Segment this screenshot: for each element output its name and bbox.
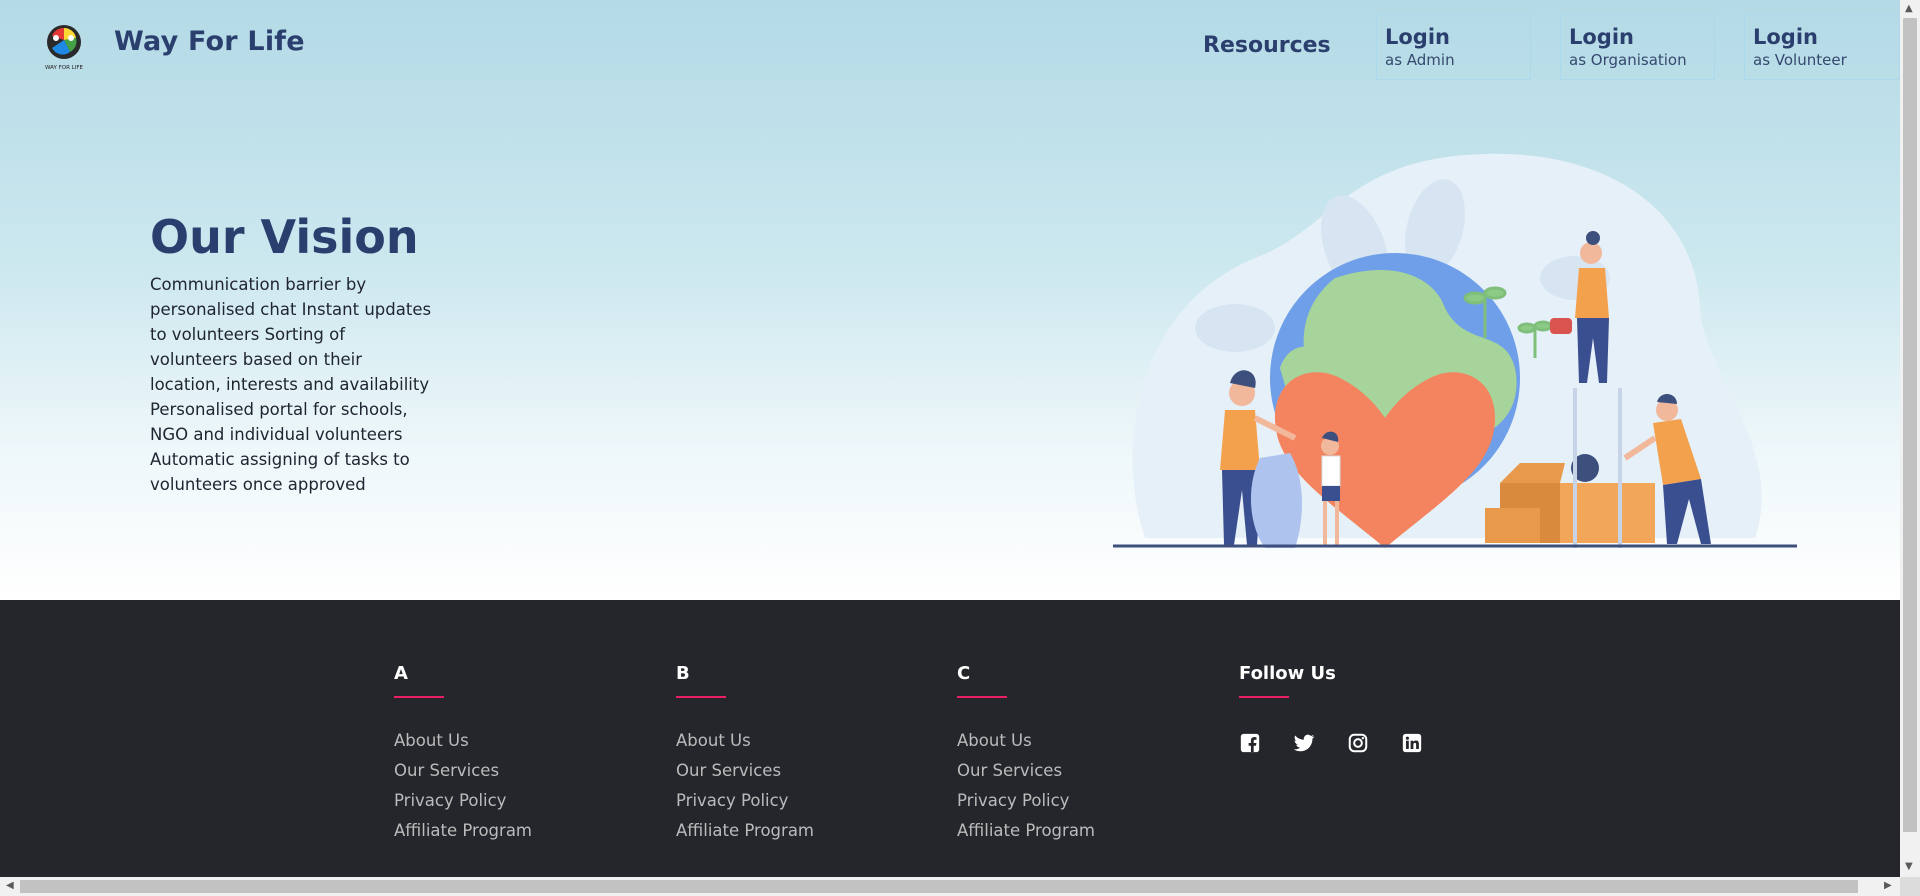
instagram-icon[interactable] [1347,728,1401,758]
navbar: WAY FOR LIFE Way For Life Resources Logi… [0,0,1900,92]
footer-link-about-us[interactable]: About Us [394,726,532,756]
login-volunteer-subtitle: as Volunteer [1753,51,1847,69]
footer-link-privacy-policy[interactable]: Privacy Policy [676,786,814,816]
scroll-down-arrow-icon[interactable]: ▼ [1905,862,1913,872]
scroll-left-arrow-icon[interactable]: ◀ [6,881,14,891]
hero-section: WAY FOR LIFE Way For Life Resources Logi… [0,0,1900,600]
footer-column-a: A About Us Our Services Privacy Policy A… [394,662,532,846]
vision-title: Our Vision [150,210,419,264]
page: WAY FOR LIFE Way For Life Resources Logi… [0,0,1900,877]
footer-heading: B [676,663,690,684]
heading-underline [1239,696,1289,698]
footer-link-our-services[interactable]: Our Services [676,756,814,786]
linkedin-icon[interactable] [1401,728,1455,758]
footer-heading: A [394,663,408,684]
login-organisation-title: Login [1569,25,1634,49]
scroll-right-arrow-icon[interactable]: ▶ [1884,881,1892,891]
scrollbar-corner [1900,877,1920,896]
login-organisation-subtitle: as Organisation [1569,51,1687,69]
login-volunteer-button[interactable]: Login as Volunteer [1744,14,1900,80]
heading-underline [957,696,1007,698]
footer-link-privacy-policy[interactable]: Privacy Policy [394,786,532,816]
login-organisation-button[interactable]: Login as Organisation [1560,14,1715,80]
footer-column-b: B About Us Our Services Privacy Policy A… [676,662,814,846]
login-admin-title: Login [1385,25,1450,49]
footer-column-c: C About Us Our Services Privacy Policy A… [957,662,1095,846]
vertical-scrollbar[interactable]: ▲ ▼ [1900,0,1920,877]
footer-link-privacy-policy[interactable]: Privacy Policy [957,786,1095,816]
footer-link-about-us[interactable]: About Us [676,726,814,756]
horizontal-scrollbar[interactable]: ◀ ▶ [0,877,1900,896]
vertical-scroll-thumb[interactable] [1903,18,1917,832]
footer-link-our-services[interactable]: Our Services [957,756,1095,786]
logo-text: WAY FOR LIFE [45,65,83,71]
footer-link-affiliate-program[interactable]: Affiliate Program [394,816,532,846]
volunteers-earth-illustration [1113,153,1797,548]
nav-resources-link[interactable]: Resources [1203,33,1331,58]
scroll-up-arrow-icon[interactable]: ▲ [1905,4,1913,14]
login-admin-subtitle: as Admin [1385,51,1455,69]
vision-text: Communication barrier by personalised ch… [150,275,432,494]
footer-link-about-us[interactable]: About Us [957,726,1095,756]
footer-column-follow-us: Follow Us [1239,662,1455,758]
login-admin-button[interactable]: Login as Admin [1376,14,1531,80]
login-volunteer-title: Login [1753,25,1818,49]
logo-icon[interactable]: WAY FOR LIFE [38,22,90,72]
footer-link-affiliate-program[interactable]: Affiliate Program [957,816,1095,846]
brand-name[interactable]: Way For Life [114,26,305,57]
heading-underline [676,696,726,698]
footer: A About Us Our Services Privacy Policy A… [0,600,1900,877]
footer-link-our-services[interactable]: Our Services [394,756,532,786]
follow-us-heading: Follow Us [1239,663,1336,684]
horizontal-scroll-thumb[interactable] [20,880,1858,893]
facebook-icon[interactable] [1239,728,1293,758]
footer-link-affiliate-program[interactable]: Affiliate Program [676,816,814,846]
footer-heading: C [957,663,971,684]
heading-underline [394,696,444,698]
social-links [1239,728,1455,758]
twitter-icon[interactable] [1293,728,1347,758]
